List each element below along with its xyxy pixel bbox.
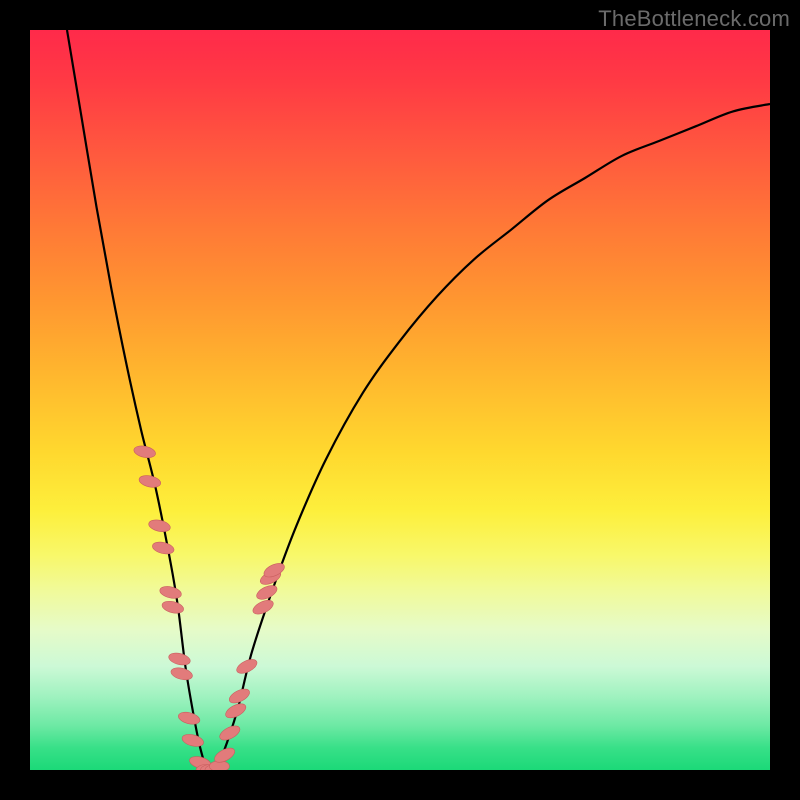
curve-marker <box>138 474 162 489</box>
curve-marker <box>177 710 201 726</box>
curve-marker <box>148 518 172 534</box>
curve-marker <box>133 444 157 459</box>
curve-marker <box>170 666 194 682</box>
chart-frame: TheBottleneck.com <box>0 0 800 800</box>
curve-marker <box>167 651 191 667</box>
plot-area <box>30 30 770 770</box>
curve-marker <box>255 583 280 602</box>
curve-marker <box>159 585 183 601</box>
curve-marker <box>161 599 185 615</box>
curve-marker <box>181 732 205 748</box>
watermark-text: TheBottleneck.com <box>598 6 790 32</box>
chart-svg <box>30 30 770 770</box>
curve-marker <box>151 540 175 556</box>
curve-marker <box>218 723 243 743</box>
